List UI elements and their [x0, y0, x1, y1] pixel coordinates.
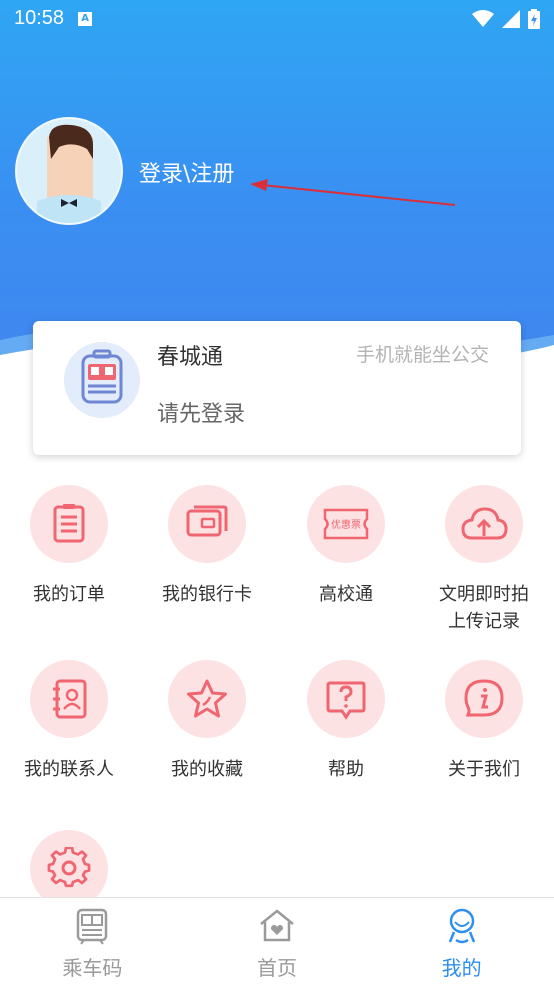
grid-label-line2: 上传记录 — [448, 611, 520, 632]
card-slogan: 手机就能坐公交 — [355, 344, 489, 366]
coupon-ticket-icon: 优惠票 — [323, 508, 369, 540]
profile-icon — [448, 908, 475, 944]
login-register-link[interactable]: 登录\注册 — [139, 156, 234, 188]
status-time: 10:58 — [14, 7, 65, 29]
grid-label: 我的收藏 — [171, 759, 243, 780]
grid-label: 关于我们 — [448, 759, 520, 780]
coupon-ticket-text: 优惠票 — [331, 518, 361, 531]
grid-label: 我的银行卡 — [162, 584, 252, 605]
nav-item-home[interactable]: 首页 — [185, 898, 370, 984]
grid-item-campus-pass[interactable]: 优惠票 高校通 — [277, 485, 415, 608]
grid-item-help[interactable]: 帮助 — [277, 660, 415, 783]
grid-item-civilized-photo-upload[interactable]: 文明即时拍 上传记录 — [415, 485, 553, 635]
status-bar: 10:58 A — [0, 0, 554, 37]
nav-item-mine[interactable]: 我的 — [369, 898, 554, 984]
upload-cloud-icon — [461, 507, 508, 540]
card-title: 春城通 — [157, 345, 224, 370]
cell-signal-icon — [502, 9, 520, 28]
battery-icon — [528, 8, 540, 29]
bank-card-icon — [186, 505, 228, 537]
grid-item-my-contacts[interactable]: 我的联系人 — [0, 660, 138, 783]
grid-item-my-orders[interactable]: 我的订单 — [0, 485, 138, 608]
card-login-prompt[interactable]: 请先登录 — [157, 396, 245, 428]
grid-label: 帮助 — [328, 759, 364, 780]
grid-item-about-us[interactable]: 关于我们 — [415, 660, 553, 783]
avatar[interactable] — [15, 117, 123, 225]
nav-label: 我的 — [441, 956, 482, 980]
grid-item-favorites[interactable]: 我的收藏 — [138, 660, 276, 783]
info-icon — [464, 679, 504, 717]
order-icon — [53, 504, 85, 543]
bus-card-icon — [64, 342, 140, 418]
notification-a-icon: A — [78, 11, 93, 26]
nav-label: 首页 — [257, 956, 297, 980]
wifi-icon — [472, 9, 494, 27]
avatar-boy-icon — [37, 124, 101, 223]
grid-label: 文明即时拍 上传记录 — [415, 581, 553, 635]
nav-item-bus-code[interactable]: 乘车码 — [0, 898, 185, 984]
bottom-nav: 乘车码 首页 我的 — [0, 897, 554, 984]
grid-label: 我的联系人 — [24, 759, 114, 780]
nav-label: 乘车码 — [62, 956, 123, 980]
grid-item-bank-card[interactable]: 我的银行卡 — [138, 485, 276, 608]
status-indicators — [472, 8, 540, 29]
annotation-arrow-icon — [250, 179, 456, 206]
star-icon — [187, 679, 227, 718]
help-icon — [326, 681, 366, 720]
bus-code-icon — [77, 908, 108, 945]
chunchengtong-card[interactable]: 春城通 手机就能坐公交 请先登录 — [33, 321, 521, 455]
grid-label: 高校通 — [319, 584, 373, 605]
settings-gear-icon — [47, 847, 91, 888]
grid-label: 我的订单 — [33, 584, 105, 605]
home-icon — [260, 909, 294, 942]
grid-label-line1: 文明即时拍 — [439, 584, 529, 605]
contact-book-icon — [53, 679, 87, 719]
